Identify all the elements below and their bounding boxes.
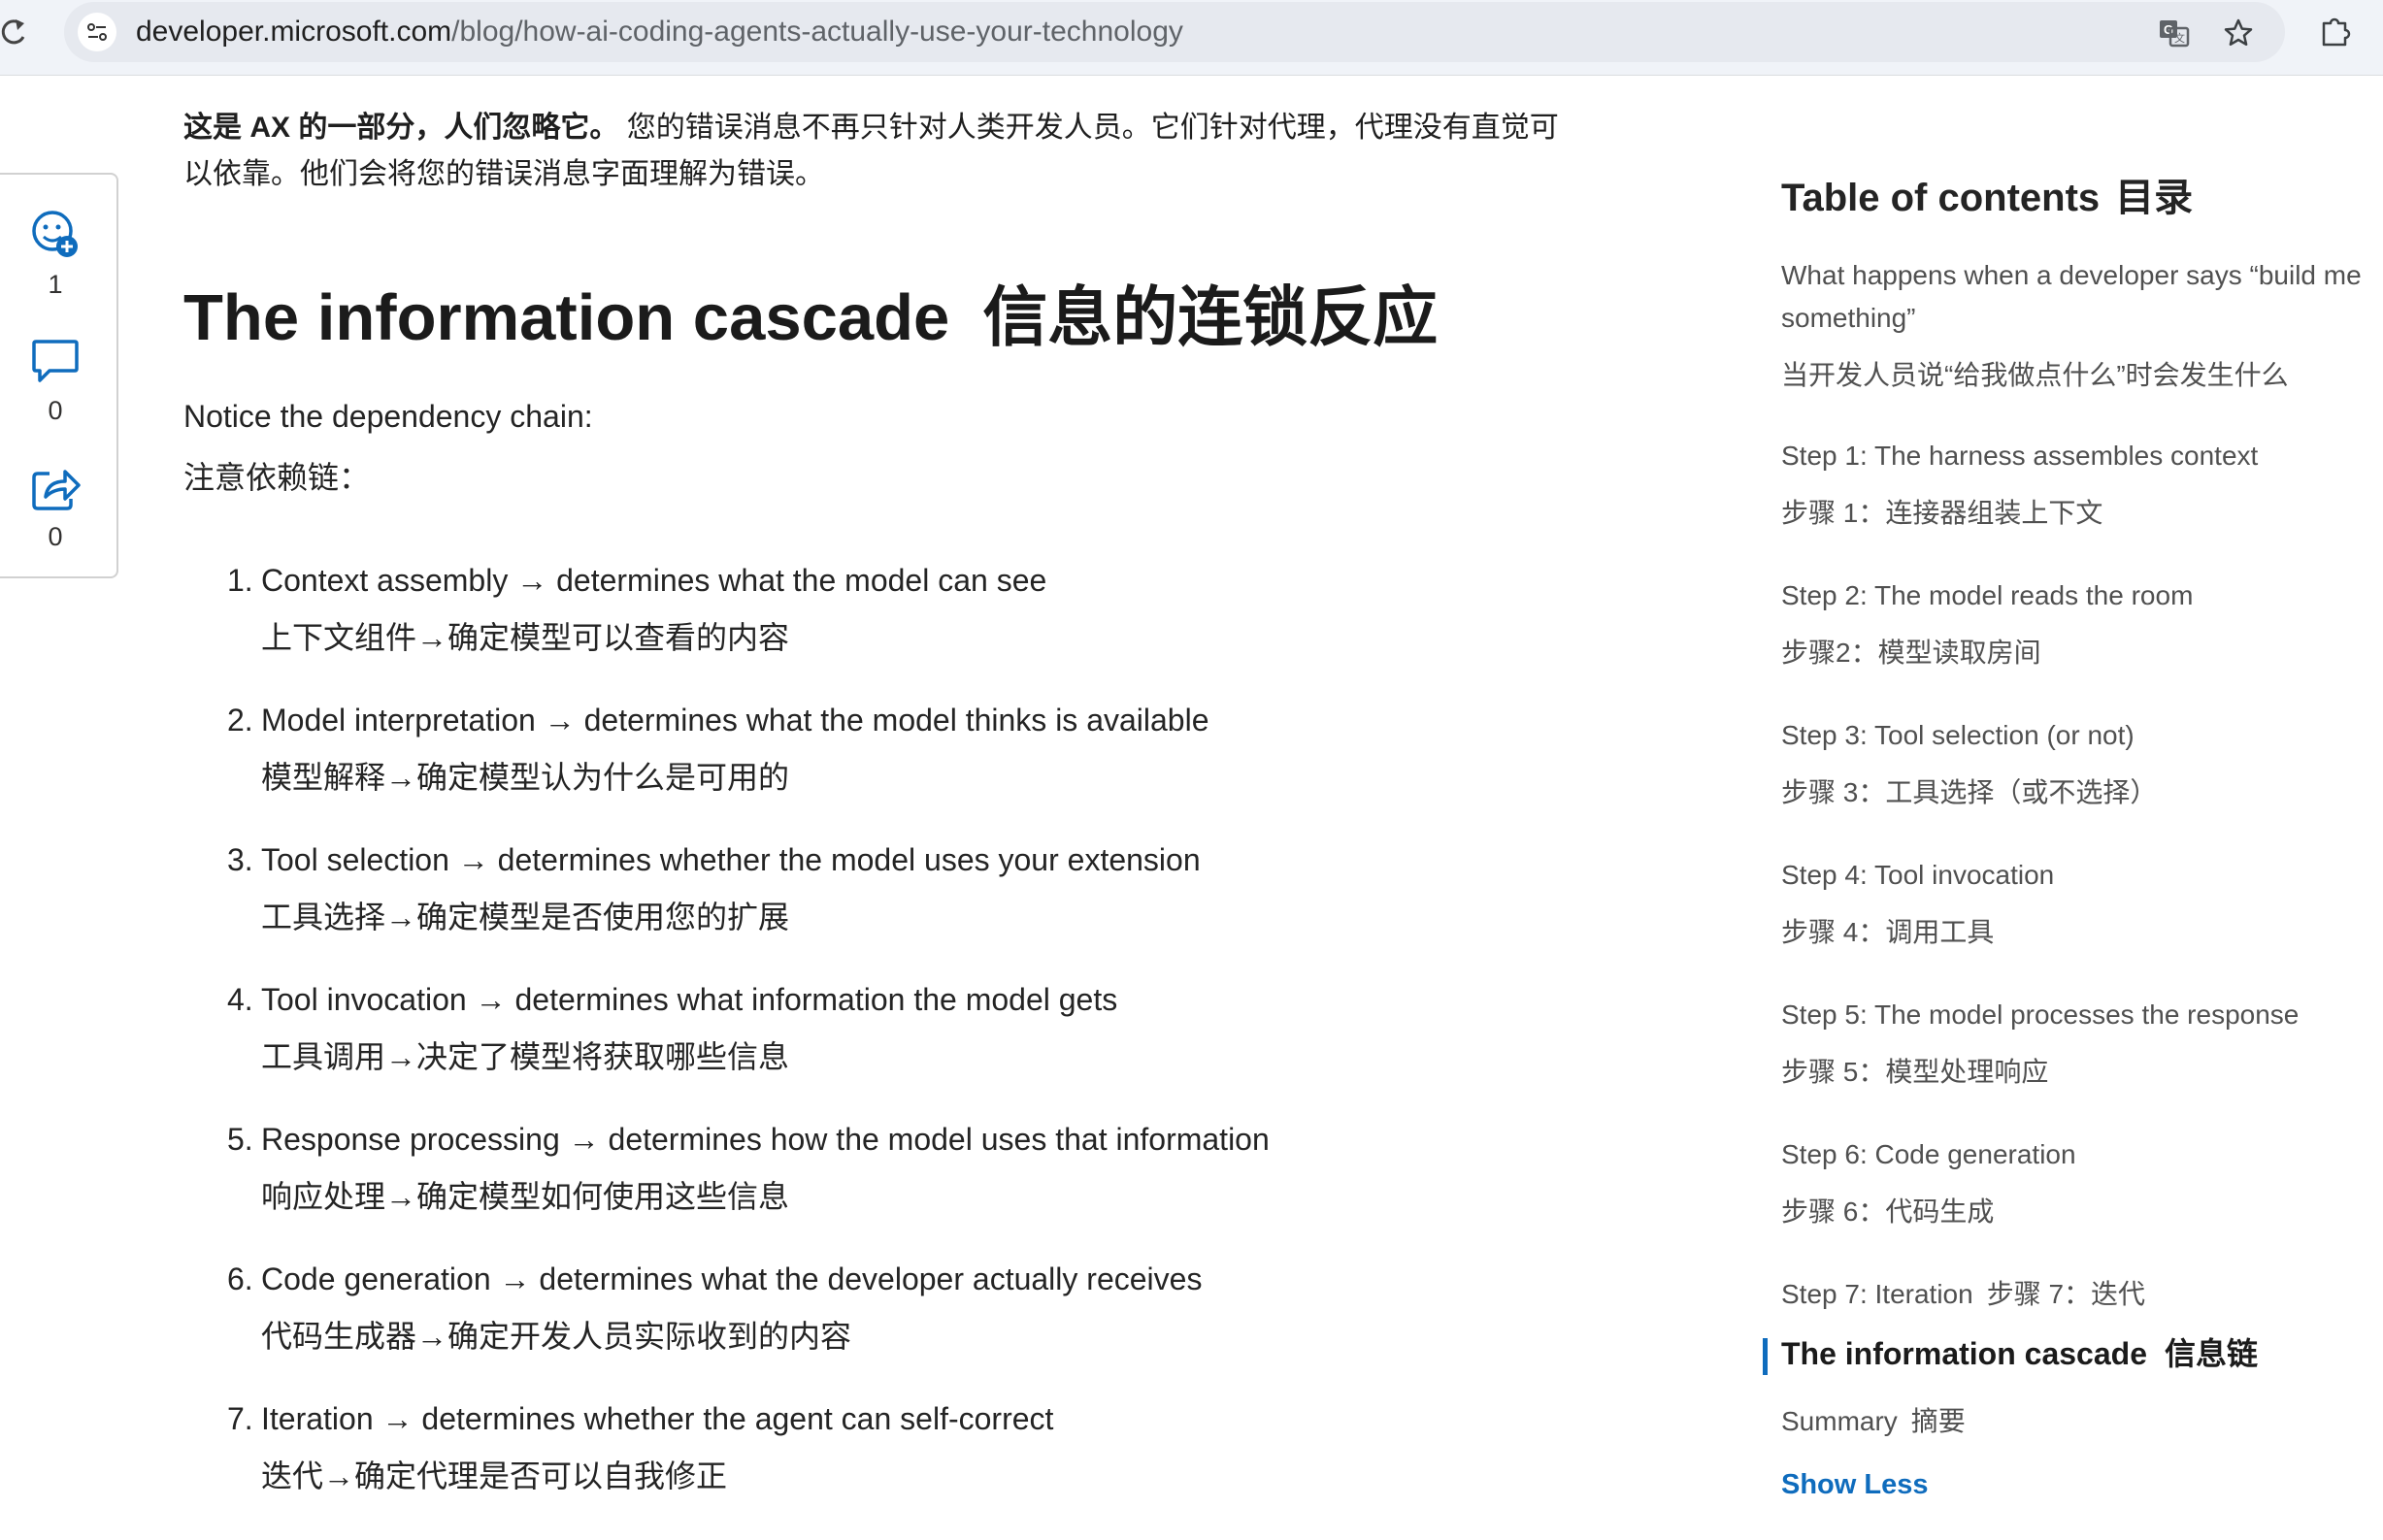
toc-link-step-2[interactable]: Step 2: The model reads the room [1781, 574, 2193, 617]
list-item-zh: 模型解释→确定模型认为什么是可用的 [261, 760, 790, 795]
list-item: 5. Response processing → determines how t… [227, 1118, 1586, 1258]
add-reaction-icon [32, 211, 78, 257]
list-item-zh: 响应处理→确定模型如何使用这些信息 [261, 1179, 790, 1214]
list-item-en: Iteration → determines whether the agent… [261, 1401, 1054, 1436]
heading-zh: 信息的连锁反应 [982, 281, 1439, 354]
toc-active-indicator [1763, 1338, 1768, 1375]
address-bar[interactable]: developer.microsoft.com/blog/how-ai-codi… [64, 2, 2285, 62]
url-host: developer.microsoft.com [136, 16, 452, 48]
reload-icon[interactable] [0, 14, 29, 49]
toc-link-step-4[interactable]: Step 4: Tool invocation [1781, 854, 2054, 897]
list-number: 3. [227, 842, 253, 877]
url-text[interactable]: developer.microsoft.com/blog/how-ai-codi… [136, 16, 1183, 49]
extensions-puzzle-icon[interactable] [2318, 14, 2353, 49]
toc-active-zh: 信息链 [2164, 1336, 2258, 1371]
share-button[interactable]: 0 [0, 460, 118, 552]
svg-text:G: G [2164, 22, 2173, 37]
svg-text:文: 文 [2174, 31, 2185, 45]
shares-count: 0 [48, 522, 63, 551]
bookmark-star-icon[interactable] [2221, 16, 2256, 50]
toc-link-step-5-zh[interactable]: 步骤 5：模型处理响应 [1781, 1053, 2048, 1092]
list-number: 5. [227, 1122, 253, 1157]
notice-text-zh: 注意依赖链： [183, 460, 371, 495]
dependency-chain-list: 1. Context assembly → determines what the… [227, 559, 1586, 1537]
toc-link-what-happens-zh[interactable]: 当开发人员说“给我做点什么”时会发生什么 [1781, 356, 2289, 395]
share-icon [32, 470, 81, 510]
list-item: 7. Iteration → determines whether the age… [227, 1397, 1586, 1537]
toc-link-information-cascade[interactable]: The information cascade 信息链 [1781, 1332, 2258, 1375]
heading-en: The information cascade [183, 281, 950, 354]
intro-bold-text: 这是 AX 的一部分，人们忽略它。 [183, 112, 619, 144]
toc-link-what-happens[interactable]: What happens when a developer says “buil… [1781, 254, 2364, 340]
notice-text-en: Notice the dependency chain: [183, 399, 593, 434]
section-heading: The information cascade 信息的连锁反应 [183, 275, 1438, 362]
toc-link-step-7[interactable]: Step 7: Iteration 步骤 7：迭代 [1781, 1273, 2145, 1316]
list-item: 4. Tool invocation → determines what info… [227, 978, 1586, 1118]
list-item-zh: 上下文组件→确定模型可以查看的内容 [261, 620, 790, 655]
share-rail: 1 0 0 [0, 173, 118, 578]
list-number: 7. [227, 1401, 253, 1436]
toc-link-step-5[interactable]: Step 5: The model processes the response [1781, 994, 2299, 1036]
comments-button[interactable]: 0 [0, 334, 118, 426]
toc-link-step-6[interactable]: Step 6: Code generation [1781, 1133, 2076, 1176]
list-item-zh: 代码生成器→确定开发人员实际收到的内容 [261, 1319, 852, 1354]
toc-title-en: Table of contents [1781, 177, 2101, 219]
list-item: 1. Context assembly → determines what the… [227, 559, 1586, 699]
list-number: 1. [227, 563, 253, 598]
toc-title: Table of contents 目录 [1781, 173, 2193, 223]
list-item-en: Code generation → determines what the de… [261, 1261, 1203, 1296]
list-item-zh: 迭代→确定代理是否可以自我修正 [261, 1458, 728, 1493]
list-item-zh: 工具选择→确定模型是否使用您的扩展 [261, 900, 790, 934]
show-less-button[interactable]: Show Less [1781, 1465, 1929, 1504]
toc-link-step-4-zh[interactable]: 步骤 4：调用工具 [1781, 913, 1994, 952]
reactions-button[interactable]: 1 [0, 208, 118, 300]
list-number: 4. [227, 982, 253, 1017]
url-path: /blog/how-ai-coding-agents-actually-use-… [451, 16, 1183, 48]
reactions-count: 1 [48, 270, 63, 299]
toc-link-step-6-zh[interactable]: 步骤 6：代码生成 [1781, 1193, 1994, 1231]
toc-link-summary[interactable]: Summary 摘要 [1781, 1400, 1966, 1443]
intro-paragraph: 这是 AX 的一部分，人们忽略它。 您的错误消息不再只针对人类开发人员。它们针对… [183, 105, 1581, 198]
toc-link-step-2-zh[interactable]: 步骤2：模型读取房间 [1781, 634, 2041, 672]
list-item: 6. Code generation → determines what the … [227, 1258, 1586, 1397]
site-info-icon[interactable] [78, 13, 116, 51]
toc-summary-en: Summary [1781, 1406, 1898, 1436]
list-item: 3. Tool selection → determines whether th… [227, 838, 1586, 978]
toc-link-step-1[interactable]: Step 1: The harness assembles context [1781, 435, 2258, 477]
list-item-en: Tool selection → determines whether the … [261, 842, 1201, 877]
list-item: 2. Model interpretation → determines what… [227, 699, 1586, 838]
browser-toolbar: developer.microsoft.com/blog/how-ai-codi… [0, 0, 2383, 76]
list-item-en: Tool invocation → determines what inform… [261, 982, 1118, 1017]
list-number: 6. [227, 1261, 253, 1296]
comments-count: 0 [48, 396, 63, 425]
list-item-en: Model interpretation → determines what t… [261, 703, 1209, 737]
toc-link-step-1-zh[interactable]: 步骤 1：连接器组装上下文 [1781, 494, 2102, 533]
translate-icon[interactable]: G文 [2157, 16, 2192, 50]
list-item-en: Context assembly → determines what the m… [261, 563, 1047, 598]
toc-active-en: The information cascade [1781, 1336, 2147, 1371]
comment-icon [32, 340, 79, 382]
toc-title-zh: 目录 [2115, 177, 2194, 219]
toc-link-step-3-zh[interactable]: 步骤 3：工具选择（或不选择） [1781, 773, 2157, 812]
list-number: 2. [227, 703, 253, 737]
list-item-zh: 工具调用→决定了模型将获取哪些信息 [261, 1039, 790, 1074]
list-item-en: Response processing → determines how the… [261, 1122, 1270, 1157]
toc-link-step-3[interactable]: Step 3: Tool selection (or not) [1781, 714, 2135, 757]
toc-link-step-7-en: Step 7: Iteration [1781, 1279, 1973, 1309]
toc-summary-zh: 摘要 [1910, 1406, 1966, 1436]
toc-link-step-7-zh: 步骤 7：迭代 [1986, 1279, 2146, 1309]
